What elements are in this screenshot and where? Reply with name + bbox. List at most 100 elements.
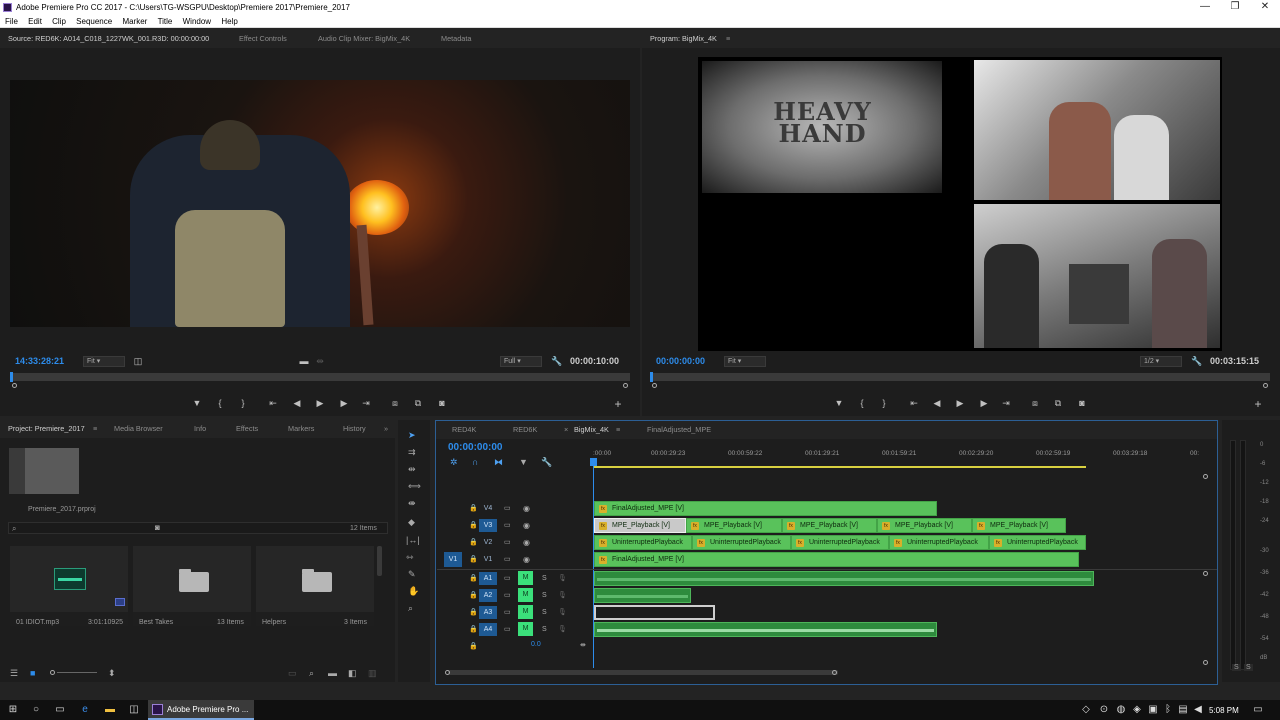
menu-file[interactable]: File <box>5 17 18 26</box>
track-select-tool-icon[interactable]: ⇉ <box>408 447 416 457</box>
slide-tool-icon[interactable]: ⇿ <box>406 552 414 562</box>
work-area-bar[interactable] <box>593 466 1086 468</box>
nest-toggle-icon[interactable]: ✲ <box>450 457 458 467</box>
bluetooth-icon[interactable]: ᛒ <box>1162 704 1174 716</box>
export-frame-icon[interactable]: ◙ <box>435 398 449 408</box>
linked-selection-icon[interactable]: ⧓ <box>494 457 503 467</box>
zoom-slider-handle[interactable] <box>50 670 55 675</box>
tab-metadata[interactable]: Metadata <box>441 34 471 43</box>
project-scrollbar[interactable] <box>377 546 382 576</box>
lock-icon[interactable]: 🔒 <box>469 538 478 548</box>
go-to-out-icon[interactable]: ⇥ <box>999 398 1013 408</box>
overwrite-icon[interactable]: ⧉ <box>411 398 425 408</box>
source-zoom-left-handle[interactable] <box>12 383 17 388</box>
source-settings-icon[interactable]: ◫ <box>131 356 145 366</box>
tabs-overflow-icon[interactable]: » <box>384 424 388 433</box>
solo-button[interactable]: S <box>542 608 547 618</box>
add-marker-icon[interactable]: ▼ <box>519 457 528 467</box>
tab-info[interactable]: Info <box>194 424 206 433</box>
clear-icon[interactable]: ▥ <box>368 668 377 678</box>
sync-lock-icon[interactable]: ▭ <box>504 591 511 601</box>
lock-icon[interactable]: 🔒 <box>469 555 478 565</box>
track-label[interactable]: A4 <box>479 623 497 636</box>
slip-tool-icon[interactable]: |↔| <box>406 535 420 545</box>
mark-in-icon[interactable]: { <box>213 398 227 408</box>
tab-red6k[interactable]: RED6K <box>513 425 537 434</box>
lock-icon[interactable]: 🔒 <box>469 608 478 618</box>
tab-red4k[interactable]: RED4K <box>452 425 476 434</box>
track-label[interactable]: V1 <box>479 553 497 566</box>
snap-icon[interactable]: ∩ <box>472 457 478 467</box>
selection-tool-icon[interactable]: ➤ <box>408 430 416 440</box>
project-search-input[interactable]: ⌕ <box>8 522 388 534</box>
lock-icon[interactable]: 🔒 <box>469 642 478 652</box>
tab-project[interactable]: Project: Premiere_2017 <box>8 424 85 433</box>
eye-icon[interactable]: ◉ <box>523 504 530 514</box>
sync-lock-icon[interactable]: ▭ <box>504 504 511 514</box>
sync-lock-icon[interactable]: ▭ <box>504 574 511 584</box>
mute-button[interactable]: M <box>518 605 533 619</box>
extract-icon[interactable]: ⧉ <box>1051 398 1065 408</box>
timeline-timecode[interactable]: 00:00:00:00 <box>448 442 502 453</box>
pen-tool-icon[interactable]: ✎ <box>408 569 416 579</box>
rate-stretch-tool-icon[interactable]: ⇼ <box>408 498 416 508</box>
mic-icon[interactable]: 🎙 <box>558 574 567 584</box>
program-resolution-select[interactable]: 1/2 ▾ <box>1140 356 1182 367</box>
menu-window[interactable]: Window <box>183 17 211 26</box>
source-patch-v1[interactable]: V1 <box>444 552 462 567</box>
tray-app-icon[interactable]: ▣ <box>1147 704 1159 716</box>
audio-clip-a3-selected[interactable] <box>594 605 715 620</box>
task-view-icon[interactable]: ▭ <box>54 704 66 716</box>
mute-button[interactable]: M <box>518 622 533 636</box>
tab-effect-controls[interactable]: Effect Controls <box>239 34 287 43</box>
source-fit-select[interactable]: Fit ▾ <box>83 356 125 367</box>
step-forward-icon[interactable]: ▶ <box>337 398 351 408</box>
hscroll-left-handle[interactable] <box>445 670 450 675</box>
tab-finaladjusted-mpe[interactable]: FinalAdjusted_MPE <box>647 425 711 434</box>
project-item-best-takes[interactable]: Best Takes 13 Items <box>133 546 251 626</box>
lock-icon[interactable]: 🔒 <box>469 521 478 531</box>
hscroll-right-handle[interactable] <box>832 670 837 675</box>
mic-icon[interactable]: 🎙 <box>558 625 567 635</box>
mic-icon[interactable]: 🎙 <box>558 591 567 601</box>
program-panel-menu-icon[interactable]: ≡ <box>726 34 730 43</box>
edge-icon[interactable]: e <box>79 704 91 716</box>
track-label[interactable]: V4 <box>479 502 497 515</box>
tray-app-icon[interactable]: ◍ <box>1115 704 1127 716</box>
razor-tool-icon[interactable]: ◆ <box>408 517 415 527</box>
program-scrub-bar[interactable] <box>650 373 1270 381</box>
source-drag-icon[interactable]: ⇹ <box>313 356 327 366</box>
project-item-helpers[interactable]: Helpers 3 Items <box>256 546 374 626</box>
clip-v1[interactable]: fx FinalAdjusted_MPE [V] <box>594 552 1079 567</box>
source-playhead[interactable] <box>10 372 13 382</box>
source-marker-icon[interactable]: ▬ <box>297 356 311 366</box>
program-fit-select[interactable]: Fit ▾ <box>724 356 766 367</box>
lock-icon[interactable]: 🔒 <box>469 504 478 514</box>
add-marker-icon[interactable]: ▼ <box>190 398 204 408</box>
track-label[interactable]: A1 <box>479 572 497 585</box>
clip-v2[interactable]: fx UninterruptedPlayback <box>594 535 692 550</box>
clip-v2[interactable]: fx UninterruptedPlayback <box>989 535 1086 550</box>
menu-sequence[interactable]: Sequence <box>76 17 112 26</box>
menu-marker[interactable]: Marker <box>122 17 147 26</box>
hand-tool-icon[interactable]: ✋ <box>408 586 419 596</box>
new-search-bin-icon[interactable]: ◙ <box>155 523 160 532</box>
mic-icon[interactable]: 🎙 <box>558 608 567 618</box>
eye-icon[interactable]: ◉ <box>523 555 530 565</box>
mark-out-icon[interactable]: } <box>877 398 891 408</box>
tab-program[interactable]: Program: BigMix_4K <box>650 34 717 43</box>
new-item-icon[interactable]: ◧ <box>348 668 357 678</box>
solo-button[interactable]: S <box>542 574 547 584</box>
clip-v4[interactable]: fx FinalAdjusted_MPE [V] <box>594 501 937 516</box>
track-label[interactable]: A3 <box>479 606 497 619</box>
source-zoom-right-handle[interactable] <box>623 383 628 388</box>
play-icon[interactable]: ▶ <box>953 398 967 408</box>
step-back-icon[interactable]: ◀ <box>930 398 944 408</box>
tab-source[interactable]: Source: RED6K: A014_C018_1227WK_001.R3D:… <box>8 34 209 43</box>
clip-v3[interactable]: fx MPE_Playback [V] <box>782 518 877 533</box>
network-icon[interactable]: ▤ <box>1177 704 1189 716</box>
clip-v3[interactable]: fx MPE_Playback [V] <box>972 518 1066 533</box>
minimize-button[interactable]: — <box>1190 0 1220 15</box>
vscroll-top-handle[interactable] <box>1203 474 1208 479</box>
video-audio-divider[interactable] <box>437 569 1217 570</box>
